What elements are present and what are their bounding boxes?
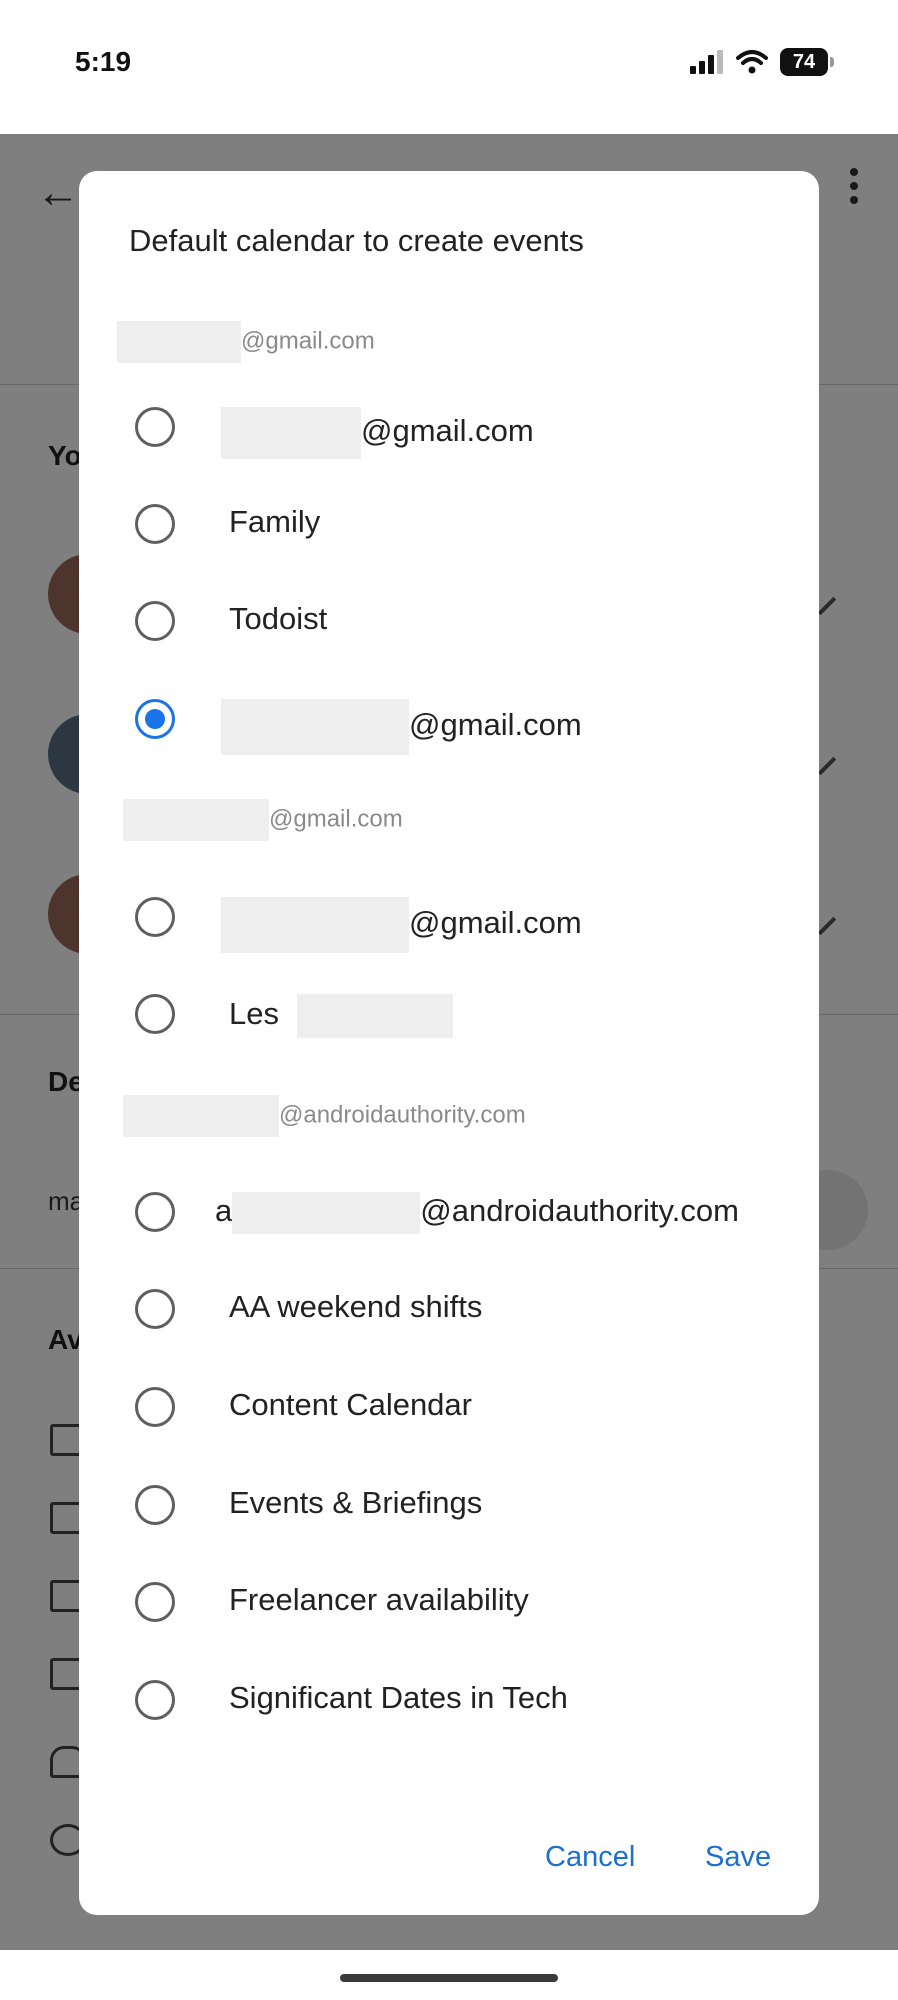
calendar-option[interactable]: Family: [79, 484, 819, 564]
calendar-option[interactable]: a @androidauthority.com: [79, 1172, 819, 1252]
calendar-option[interactable]: @gmail.com: [79, 387, 819, 467]
calendar-option[interactable]: Content Calendar: [79, 1367, 819, 1447]
calendar-name: @androidauthority.com: [420, 1193, 739, 1229]
calendar-label: a @androidauthority.com: [215, 1192, 739, 1234]
radio-button[interactable]: [135, 1485, 175, 1525]
redacted-text: [123, 799, 269, 841]
calendar-label: Les: [229, 994, 453, 1038]
calendar-option[interactable]: Events & Briefings: [79, 1465, 819, 1545]
calendar-option[interactable]: Les: [79, 974, 819, 1054]
calendar-label: Content Calendar: [229, 1387, 472, 1422]
calendar-option[interactable]: @gmail.com: [79, 877, 819, 957]
account-email: @androidauthority.com: [279, 1101, 526, 1129]
radio-button[interactable]: [135, 1192, 175, 1232]
redacted-text: [117, 321, 241, 363]
calendar-option[interactable]: Freelancer availability: [79, 1562, 819, 1642]
account-email: @gmail.com: [269, 805, 403, 833]
calendar-label: @gmail.com: [221, 699, 582, 755]
calendar-option[interactable]: Todoist: [79, 581, 819, 661]
cellular-signal-icon: [690, 50, 723, 74]
battery-level: 74: [792, 50, 816, 73]
radio-button[interactable]: [135, 897, 175, 937]
calendar-name: @gmail.com: [409, 707, 582, 743]
radio-button[interactable]: [135, 1289, 175, 1329]
wifi-icon: [736, 50, 768, 74]
radio-button[interactable]: [135, 504, 175, 544]
redacted-text: [123, 1095, 279, 1137]
dialog-title: Default calendar to create events: [129, 223, 584, 258]
radio-button[interactable]: [135, 1582, 175, 1622]
default-calendar-dialog: Default calendar to create events @gmail…: [79, 171, 819, 1915]
status-time: 5:19: [75, 46, 132, 77]
calendar-name: @gmail.com: [409, 905, 582, 941]
redacted-text: [232, 1192, 421, 1234]
radio-button[interactable]: [135, 1680, 175, 1720]
home-indicator[interactable]: [340, 1974, 558, 1982]
account-header: @gmail.com: [123, 799, 403, 841]
calendar-label: @gmail.com: [221, 897, 582, 953]
redacted-text: [221, 897, 409, 953]
calendar-option[interactable]: AA weekend shifts: [79, 1269, 819, 1349]
calendar-label: @gmail.com: [221, 407, 534, 459]
radio-button[interactable]: [135, 601, 175, 641]
account-email: @gmail.com: [241, 327, 375, 355]
redacted-text: [221, 699, 409, 755]
account-header: @androidauthority.com: [123, 1095, 526, 1137]
calendar-name: @gmail.com: [361, 413, 534, 449]
calendar-name: Les: [229, 996, 279, 1032]
radio-button-selected[interactable]: [135, 699, 175, 739]
redacted-text: [296, 994, 453, 1038]
save-button[interactable]: Save: [705, 1841, 771, 1874]
calendar-label: Todoist: [229, 601, 328, 636]
redacted-text: [221, 407, 361, 459]
cancel-button[interactable]: Cancel: [545, 1841, 635, 1874]
calendar-name-prefix: a: [215, 1193, 233, 1229]
calendar-label: AA weekend shifts: [229, 1289, 483, 1324]
radio-button[interactable]: [135, 994, 175, 1034]
status-icons: 74: [690, 48, 834, 76]
status-bar: 5:19 74: [0, 0, 898, 134]
calendar-label: Significant Dates in Tech: [229, 1680, 568, 1715]
calendar-option[interactable]: Significant Dates in Tech: [79, 1660, 819, 1740]
calendar-label: Family: [229, 504, 321, 539]
calendar-label: Events & Briefings: [229, 1485, 483, 1520]
radio-button[interactable]: [135, 407, 175, 447]
battery-icon: 74: [780, 48, 834, 76]
radio-button[interactable]: [135, 1387, 175, 1427]
calendar-option-selected[interactable]: @gmail.com: [79, 679, 819, 759]
calendar-label: Freelancer availability: [229, 1582, 529, 1617]
account-header: @gmail.com: [117, 321, 375, 363]
